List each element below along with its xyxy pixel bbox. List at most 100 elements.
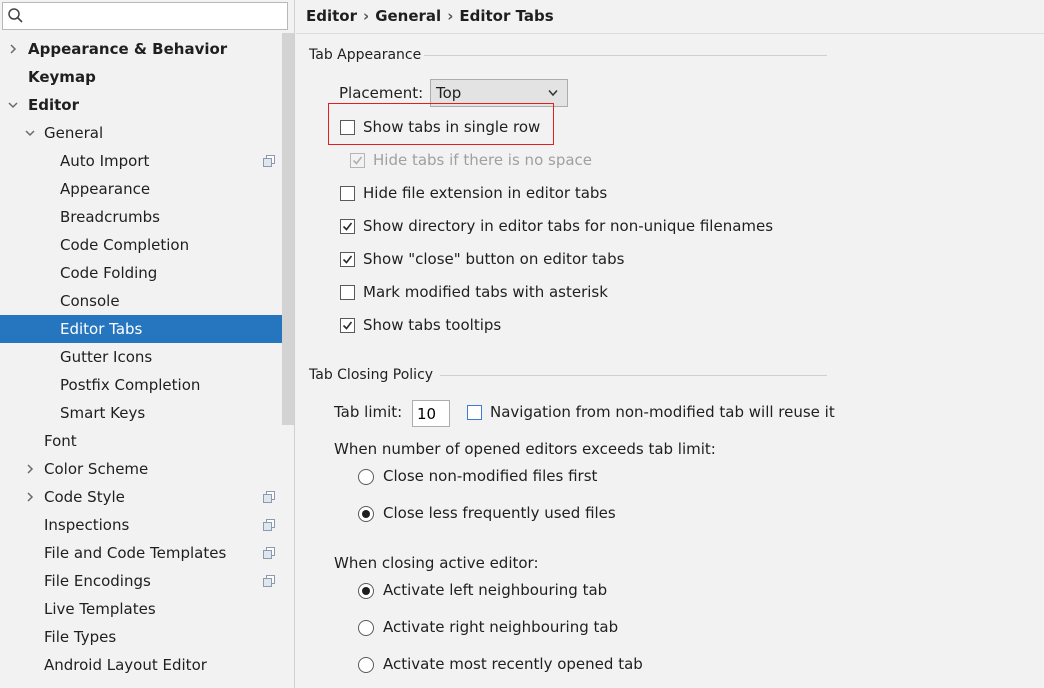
option-label: Show tabs in single row	[363, 118, 541, 136]
chevron-down-icon	[548, 90, 558, 97]
sidebar-item-label: Keymap	[28, 68, 96, 86]
option-checkbox[interactable]	[340, 252, 355, 267]
settings-content: Editor › General › Editor Tabs Tab Appearanc…	[296, 0, 1044, 688]
option-label: Show directory in editor tabs for non-un…	[363, 217, 774, 235]
radio-button[interactable]	[358, 583, 374, 599]
sidebar-item-auto-import[interactable]: Auto Import	[0, 147, 294, 175]
radio-button[interactable]	[358, 506, 374, 522]
section-title-tab-appearance: Tab Appearance	[309, 47, 422, 63]
sidebar-item-label: Postfix Completion	[60, 376, 201, 394]
sidebar-item-appearance[interactable]: Appearance	[0, 175, 294, 203]
checkmark-icon	[342, 255, 353, 264]
option-checkbox[interactable]	[340, 219, 355, 234]
breadcrumb-separator: ›	[363, 7, 370, 25]
sidebar-item-smart-keys[interactable]: Smart Keys	[0, 399, 294, 427]
sidebar-item-label: Editor Tabs	[60, 320, 143, 338]
option-label: Show tabs tooltips	[363, 316, 502, 334]
sidebar-item-file-and-code-templates[interactable]: File and Code Templates	[0, 539, 294, 567]
sidebar-item-label: Breadcrumbs	[60, 208, 160, 226]
option-label: Hide tabs if there is no space	[373, 151, 593, 169]
sidebar-item-android-layout-editor[interactable]: Android Layout Editor	[0, 651, 294, 679]
sidebar-item-postfix-completion[interactable]: Postfix Completion	[0, 371, 294, 399]
checkmark-icon	[342, 321, 353, 330]
section-title-tab-closing-policy: Tab Closing Policy	[309, 367, 434, 383]
sidebar-item-editor-tabs[interactable]: Editor Tabs	[0, 315, 294, 343]
header-divider	[296, 33, 1044, 34]
section-divider	[440, 375, 827, 376]
sidebar-item-inspections[interactable]: Inspections	[0, 511, 294, 539]
radio-label: Activate most recently opened tab	[383, 655, 643, 673]
radio-button[interactable]	[358, 620, 374, 636]
sidebar-item-label: Inspections	[44, 516, 130, 534]
option-label: Show "close" button on editor tabs	[363, 250, 625, 268]
sidebar-item-label: Android Layout Editor	[44, 656, 207, 674]
option-checkbox[interactable]	[340, 318, 355, 333]
sidebar-item-label: Color Scheme	[44, 460, 149, 478]
sidebar-item-label: Font	[44, 432, 77, 450]
breadcrumb-separator: ›	[447, 7, 454, 25]
sidebar-item-editor[interactable]: Editor	[0, 91, 294, 119]
option-checkbox[interactable]	[340, 186, 355, 201]
sidebar-item-label: Auto Import	[60, 152, 150, 170]
chevron-right-icon[interactable]	[7, 43, 19, 55]
tab-limit-input[interactable]	[412, 400, 450, 427]
sidebar-item-general[interactable]: General	[0, 119, 294, 147]
placement-select[interactable]: Top	[430, 79, 568, 107]
nav-reuse-checkbox[interactable]	[467, 405, 482, 420]
sidebar-item-label: File and Code Templates	[44, 544, 227, 562]
sidebar-item-gutter-icons[interactable]: Gutter Icons	[0, 343, 294, 371]
search-input[interactable]	[27, 5, 285, 27]
chevron-down-icon[interactable]	[7, 99, 19, 111]
sidebar-item-label: Code Completion	[60, 236, 190, 254]
option-label: Mark modified tabs with asterisk	[363, 283, 608, 301]
sidebar-item-label: File Types	[44, 628, 117, 646]
option-checkbox[interactable]	[340, 285, 355, 300]
sidebar-item-appearance-behavior[interactable]: Appearance & Behavior	[0, 35, 294, 63]
page-icon	[263, 155, 275, 167]
sidebar-scrollbar[interactable]	[282, 33, 294, 425]
placement-select-value: Top	[436, 84, 462, 102]
section-divider	[424, 55, 827, 56]
sidebar-item-label: Code Style	[44, 488, 125, 506]
radio-label: Close non-modified files first	[383, 467, 598, 485]
sidebar-item-keymap[interactable]: Keymap	[0, 63, 294, 91]
radio-label: Close less frequently used files	[383, 504, 616, 522]
radio-dot	[362, 510, 370, 518]
chevron-down-icon[interactable]	[24, 127, 36, 139]
nav-reuse-label: Navigation from non-modified tab will re…	[490, 403, 835, 421]
sidebar-item-label: Appearance & Behavior	[28, 40, 228, 58]
breadcrumb: Editor › General › Editor Tabs	[306, 7, 554, 25]
sidebar-item-label: Code Folding	[60, 264, 158, 282]
sidebar-item-live-templates[interactable]: Live Templates	[0, 595, 294, 623]
page-icon	[263, 491, 275, 503]
sidebar-item-label: File Encodings	[44, 572, 151, 590]
breadcrumb-editor: Editor	[306, 7, 357, 25]
sidebar-item-label: Smart Keys	[60, 404, 146, 422]
radio-button[interactable]	[358, 469, 374, 485]
sidebar-item-label: Live Templates	[44, 600, 156, 618]
tab-limit-label: Tab limit:	[334, 403, 403, 421]
checkmark-icon	[342, 222, 353, 231]
chevron-right-icon[interactable]	[24, 463, 36, 475]
sidebar-item-breadcrumbs[interactable]: Breadcrumbs	[0, 203, 294, 231]
sidebar-item-code-folding[interactable]: Code Folding	[0, 259, 294, 287]
settings-tree: Appearance & Behavior Keymap Editor General…	[0, 35, 294, 679]
closing-editor-label: When closing active editor:	[334, 554, 539, 572]
sidebar-item-code-completion[interactable]: Code Completion	[0, 231, 294, 259]
sidebar-item-label: Editor	[28, 96, 79, 114]
sidebar-item-code-style[interactable]: Code Style	[0, 483, 294, 511]
radio-label: Activate right neighbouring tab	[383, 618, 619, 636]
chevron-right-icon[interactable]	[24, 491, 36, 503]
radio-label: Activate left neighbouring tab	[383, 581, 608, 599]
sidebar-item-console[interactable]: Console	[0, 287, 294, 315]
search-box[interactable]	[2, 2, 288, 30]
sidebar-item-file-types[interactable]: File Types	[0, 623, 294, 651]
option-checkbox[interactable]	[340, 120, 355, 135]
sidebar-item-file-encodings[interactable]: File Encodings	[0, 567, 294, 595]
page-icon	[263, 519, 275, 531]
sidebar-item-label: General	[44, 124, 104, 142]
breadcrumb-editor-tabs: Editor Tabs	[459, 7, 554, 25]
sidebar-item-color-scheme[interactable]: Color Scheme	[0, 455, 294, 483]
radio-button[interactable]	[358, 657, 374, 673]
sidebar-item-font[interactable]: Font	[0, 427, 294, 455]
